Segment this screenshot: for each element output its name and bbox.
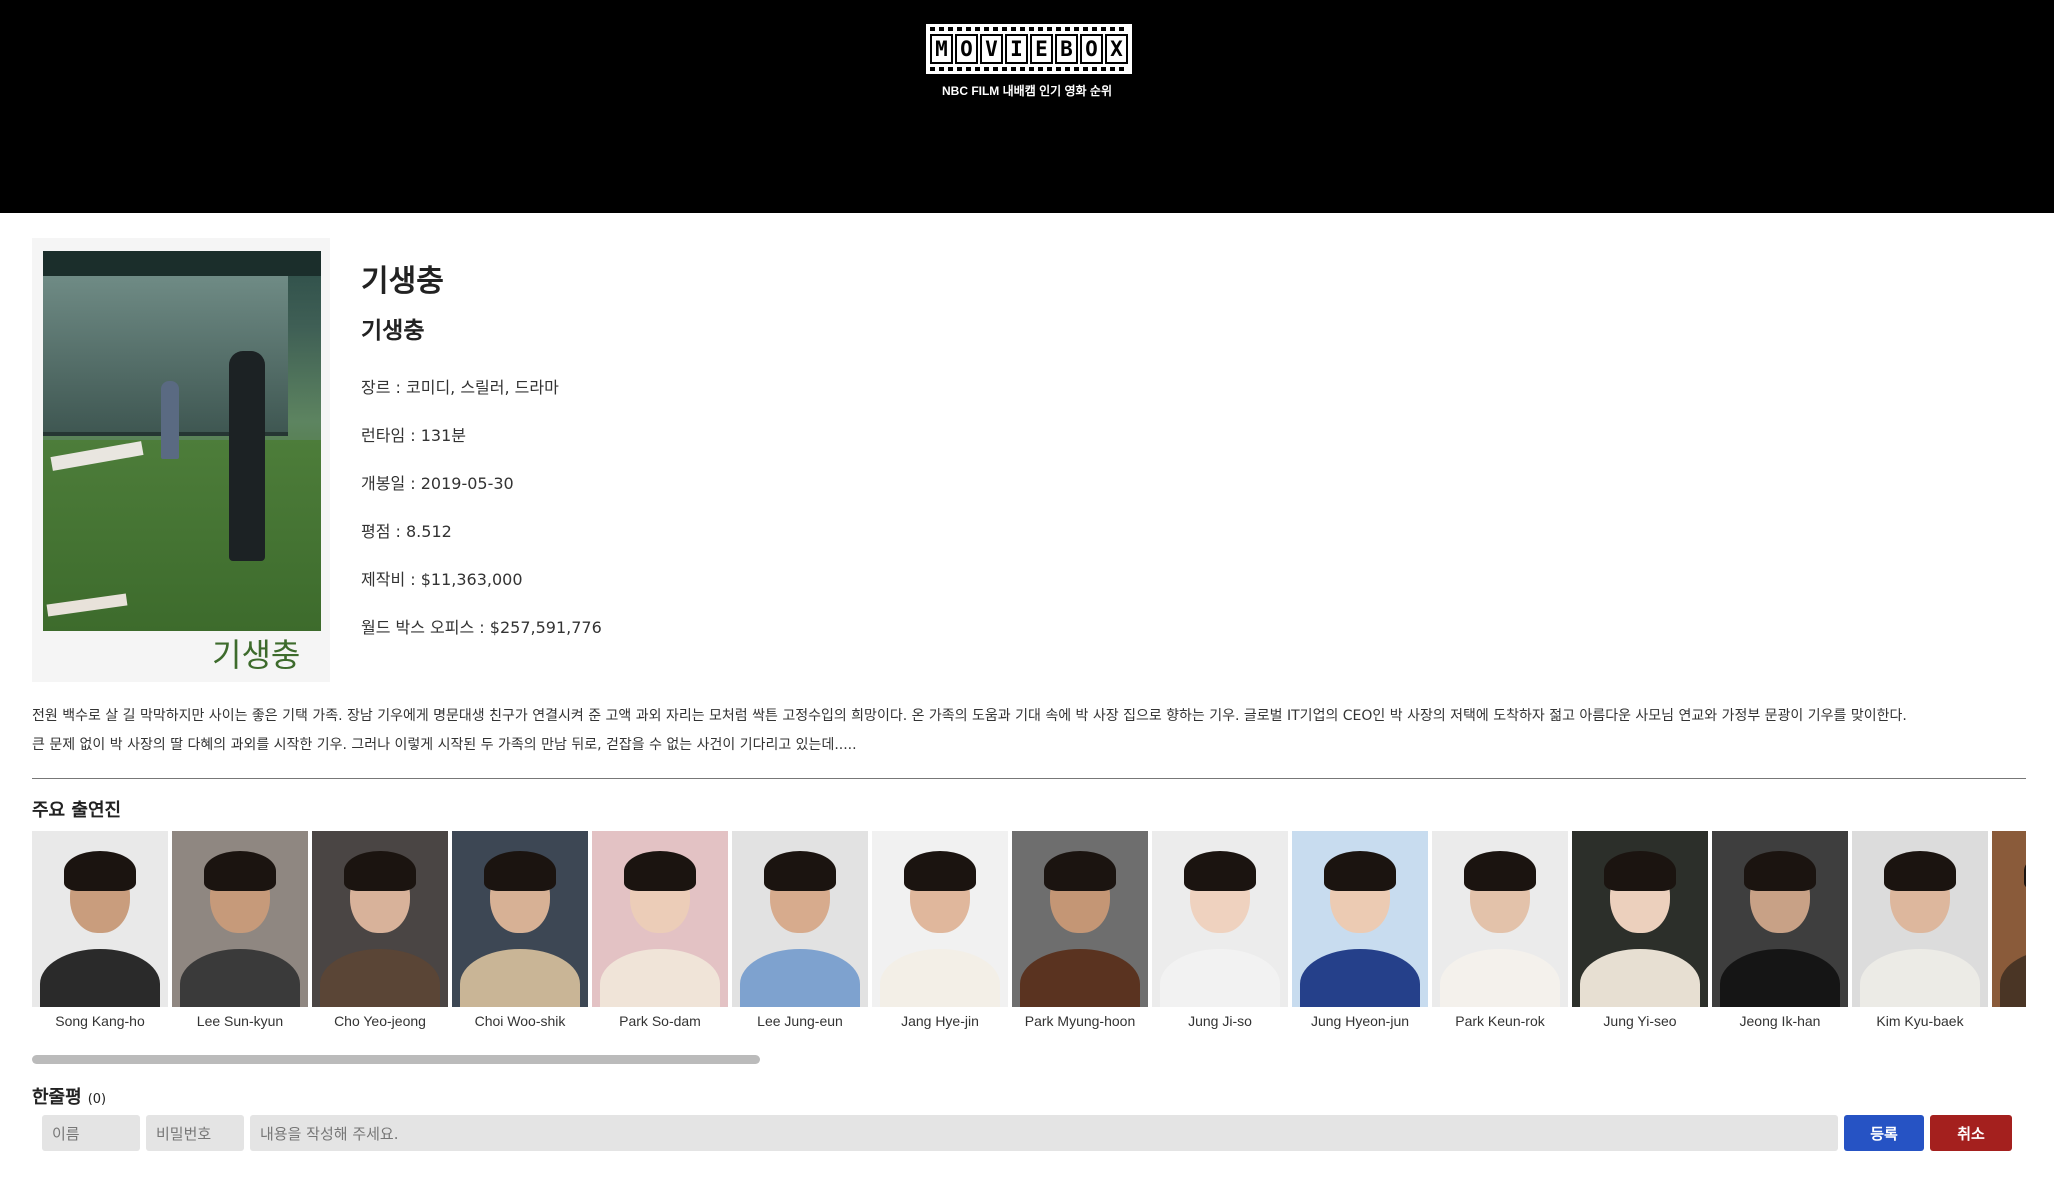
cast-name: Kim Kyu-baek bbox=[1876, 1013, 1964, 1029]
cast-name: Song Kang-ho bbox=[55, 1013, 145, 1029]
cast-card[interactable]: Jeong Ik-han bbox=[1712, 831, 1848, 1029]
poster-title-text: 기생충 bbox=[212, 636, 301, 674]
cancel-button[interactable]: 취소 bbox=[1930, 1115, 2012, 1151]
comments-section-title: 한줄평 (0) bbox=[32, 1083, 106, 1109]
cast-card[interactable]: Park So-dam bbox=[592, 831, 728, 1029]
logo-letters: M O V I E B O X bbox=[930, 34, 1128, 64]
cast-card[interactable]: Song Kang-ho bbox=[32, 831, 168, 1029]
movie-budget: 제작비 : $11,363,000 bbox=[361, 570, 523, 589]
comment-content-input[interactable]: 내용을 작성해 주세요. bbox=[250, 1115, 1838, 1151]
film-perforation-bottom bbox=[930, 67, 1128, 71]
cast-card[interactable]: Choi Woo-shik bbox=[452, 831, 588, 1029]
moviebox-logo[interactable]: M O V I E B O X bbox=[926, 24, 1132, 74]
cast-name: Cho Yeo-jeong bbox=[334, 1013, 426, 1029]
movie-runtime: 런타임 : 131분 bbox=[361, 426, 466, 445]
cast-card[interactable]: Jung Ji-so bbox=[1152, 831, 1288, 1029]
movie-genre: 장르 : 코미디, 스릴러, 드라마 bbox=[361, 378, 559, 397]
cast-name: Park Myung-hoon bbox=[1024, 1013, 1136, 1029]
cast-section-title: 주요 출연진 bbox=[32, 800, 122, 821]
logo-letter: E bbox=[1030, 34, 1053, 64]
movie-original-title: 기생충 bbox=[361, 318, 425, 344]
movie-title: 기생충 bbox=[361, 264, 444, 299]
cast-name: Lee Sun-kyun bbox=[196, 1013, 284, 1029]
cast-name: Ahn bbox=[1992, 1013, 2026, 1029]
logo-letter: O bbox=[955, 34, 978, 64]
cast-name: Jang Hye-jin bbox=[901, 1013, 979, 1029]
logo-letter: I bbox=[1005, 34, 1028, 64]
cast-photo bbox=[172, 831, 308, 1007]
cast-photo bbox=[592, 831, 728, 1007]
section-divider bbox=[32, 778, 2026, 779]
cast-photo bbox=[1152, 831, 1288, 1007]
cast-card[interactable]: Ahn bbox=[1992, 831, 2026, 1029]
movie-rating: 평점 : 8.512 bbox=[361, 522, 452, 541]
logo-letter: M bbox=[930, 34, 953, 64]
cast-photo bbox=[872, 831, 1008, 1007]
cast-name: Park Keun-rok bbox=[1455, 1013, 1545, 1029]
cast-photo bbox=[732, 831, 868, 1007]
cast-card[interactable]: Kim Kyu-baek bbox=[1852, 831, 1988, 1029]
cast-name: Jeong Ik-han bbox=[1739, 1013, 1821, 1029]
cast-photo bbox=[312, 831, 448, 1007]
cast-photo bbox=[1292, 831, 1428, 1007]
cast-scrollbar-thumb[interactable] bbox=[32, 1055, 760, 1064]
password-input[interactable]: 비밀번호 bbox=[146, 1115, 244, 1151]
cast-photo bbox=[1992, 831, 2026, 1007]
cast-carousel[interactable]: Song Kang-ho Lee Sun-kyun Cho Yeo-jeong Cho… bbox=[32, 831, 2026, 1041]
site-header: M O V I E B O X NBC FILM 내배캠 인기 영화 순위 bbox=[0, 0, 2054, 213]
cast-name: Jung Ji-so bbox=[1188, 1013, 1252, 1029]
logo-letter: V bbox=[980, 34, 1003, 64]
comment-form: 이름 비밀번호 내용을 작성해 주세요. 등록 취소 bbox=[42, 1115, 2012, 1151]
cast-photo bbox=[1712, 831, 1848, 1007]
poster-image bbox=[43, 251, 321, 631]
cast-photo bbox=[452, 831, 588, 1007]
logo-letter: X bbox=[1105, 34, 1128, 64]
logo-letter: B bbox=[1055, 34, 1078, 64]
cast-photo bbox=[1572, 831, 1708, 1007]
cast-photo bbox=[1852, 831, 1988, 1007]
cast-card[interactable]: Lee Sun-kyun bbox=[172, 831, 308, 1029]
cast-card[interactable]: Lee Jung-eun bbox=[732, 831, 868, 1029]
overview-line: 전원 백수로 살 길 막막하지만 사이는 좋은 기택 가족. 장남 기우에게 명… bbox=[32, 708, 1907, 724]
cast-photo bbox=[1012, 831, 1148, 1007]
comments-title: 한줄평 bbox=[32, 1087, 82, 1108]
cast-photo bbox=[32, 831, 168, 1007]
movie-poster: 기생충 bbox=[32, 238, 330, 682]
cast-list: Song Kang-ho Lee Sun-kyun Cho Yeo-jeong Cho… bbox=[32, 831, 2026, 1029]
film-perforation-top bbox=[930, 27, 1128, 31]
cast-card[interactable]: Park Myung-hoon bbox=[1012, 831, 1148, 1029]
cast-name: Lee Jung-eun bbox=[757, 1013, 843, 1029]
comments-count: (0) bbox=[87, 1092, 107, 1107]
cast-card[interactable]: Jung Yi-seo bbox=[1572, 831, 1708, 1029]
movie-box-office: 월드 박스 오피스 : $257,591,776 bbox=[361, 618, 602, 637]
cast-name: Choi Woo-shik bbox=[474, 1013, 566, 1029]
name-input[interactable]: 이름 bbox=[42, 1115, 140, 1151]
cast-photo bbox=[1432, 831, 1568, 1007]
cast-card[interactable]: Jung Hyeon-jun bbox=[1292, 831, 1428, 1029]
cast-card[interactable]: Jang Hye-jin bbox=[872, 831, 1008, 1029]
submit-button[interactable]: 등록 bbox=[1844, 1115, 1924, 1151]
movie-overview: 전원 백수로 살 길 막막하지만 사이는 좋은 기택 가족. 장남 기우에게 명… bbox=[32, 702, 2022, 760]
cast-card[interactable]: Park Keun-rok bbox=[1432, 831, 1568, 1029]
movie-release-date: 개봉일 : 2019-05-30 bbox=[361, 474, 514, 493]
cast-card[interactable]: Cho Yeo-jeong bbox=[312, 831, 448, 1029]
site-tagline: NBC FILM 내배캠 인기 영화 순위 bbox=[941, 84, 1113, 98]
cast-name: Jung Yi-seo bbox=[1603, 1013, 1677, 1029]
cast-name: Park So-dam bbox=[619, 1013, 701, 1029]
logo-letter: O bbox=[1080, 34, 1103, 64]
overview-line: 큰 문제 없이 박 사장의 딸 다혜의 과외를 시작한 기우. 그러나 이렇게 … bbox=[32, 737, 857, 753]
cast-name: Jung Hyeon-jun bbox=[1310, 1013, 1410, 1029]
